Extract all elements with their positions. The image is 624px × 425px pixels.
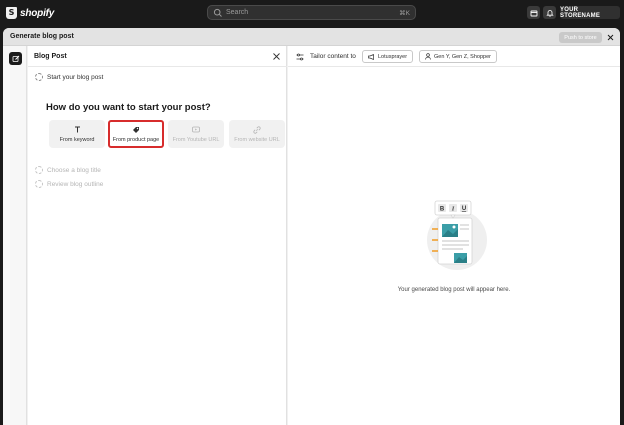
notifications-button[interactable] [543, 6, 556, 19]
blog-post-panel: Blog Post Start your blog post How do yo… [28, 46, 287, 425]
close-icon[interactable] [272, 52, 281, 61]
option-label: From product page [112, 136, 160, 143]
modal-header: Generate blog post Push to store [3, 28, 620, 46]
link-icon [253, 125, 261, 134]
brand-name: shopify [20, 7, 55, 19]
option-label: From keyword [59, 136, 95, 143]
side-rail [3, 46, 27, 425]
brand-chip-label: Lotusprayer [378, 53, 408, 60]
megaphone-icon [368, 53, 374, 60]
blog-post-illustration: B I U [427, 200, 487, 270]
tag-icon [132, 126, 140, 134]
step-review-blog-outline: Review blog outline [35, 180, 103, 188]
svg-text:B: B [440, 207, 445, 213]
option-label: From Youtube URL [172, 136, 220, 143]
modal-close-button[interactable] [605, 32, 615, 42]
option-from-keyword[interactable]: From keyword [49, 120, 105, 148]
search-input[interactable]: Search ⌘K [207, 5, 416, 20]
audience-chip-label: Gen Y, Gen Z, Shopper [434, 53, 491, 60]
shopify-logo[interactable]: shopify [6, 6, 54, 20]
step-label: Choose a blog title [47, 166, 101, 174]
blog-post-header: Blog Post [28, 46, 287, 67]
empty-state-message: Your generated blog post will appear her… [397, 287, 511, 293]
panel-title: Blog Post [34, 53, 67, 60]
step-label: Review blog outline [47, 180, 104, 188]
step-status-icon [35, 180, 43, 188]
svg-text:U: U [462, 206, 466, 212]
search-shortcut: ⌘K [399, 9, 410, 17]
person-icon [425, 53, 431, 60]
search-placeholder: Search [226, 9, 249, 16]
modal-title: Generate blog post [10, 33, 74, 40]
preview-panel: Tailor content to Lotusprayer Gen Y, Gen… [288, 46, 620, 425]
step-status-icon [35, 166, 43, 174]
shopify-bag-icon [6, 7, 17, 19]
audience-chip[interactable]: Gen Y, Gen Z, Shopper [419, 50, 497, 63]
option-from-product-page[interactable]: From product page [108, 120, 164, 148]
brand-chip[interactable]: Lotusprayer [362, 50, 414, 63]
option-label: From website URL [234, 136, 280, 143]
generate-blog-modal: Generate blog post Push to store Blog Po… [3, 28, 620, 425]
edit-icon [12, 55, 19, 62]
text-icon [73, 126, 81, 134]
store-name-button[interactable]: YOUR STORENAME [560, 6, 620, 19]
step-status-icon [35, 73, 43, 81]
start-question: How do you want to start your post? [46, 102, 211, 113]
top-bar: shopify Search ⌘K YOUR STORENAME [0, 0, 624, 26]
sliders-icon [296, 53, 304, 61]
close-icon [607, 34, 613, 40]
youtube-icon [192, 126, 200, 134]
bell-icon [545, 9, 554, 17]
option-from-website-url[interactable]: From website URL [229, 120, 285, 148]
store-icon-button[interactable] [527, 6, 540, 19]
push-to-store-button[interactable]: Push to store [559, 32, 602, 43]
step-choose-blog-title: Choose a blog title [35, 166, 101, 174]
store-icon [530, 10, 537, 16]
tailor-bar: Tailor content to Lotusprayer Gen Y, Gen… [288, 46, 620, 67]
step-start-blog-post[interactable]: Start your blog post [35, 73, 103, 81]
step-label: Start your blog post [47, 73, 104, 81]
option-from-youtube-url[interactable]: From Youtube URL [168, 120, 224, 148]
compose-button[interactable] [9, 52, 22, 65]
search-icon [213, 8, 222, 17]
tailor-label: Tailor content to [310, 53, 356, 60]
